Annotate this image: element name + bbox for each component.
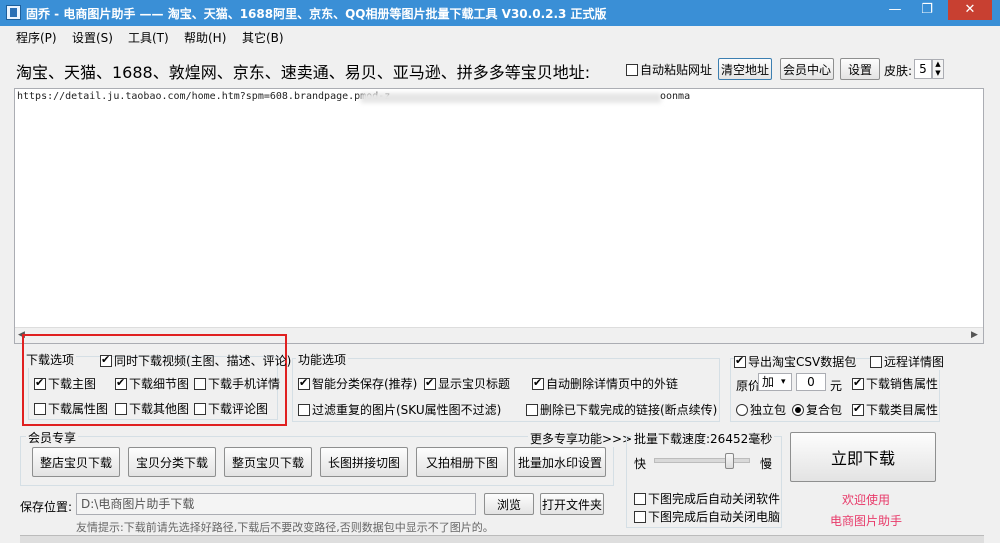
auto-close-software-checkbox[interactable]: 下图完成后自动关闭软件: [634, 490, 780, 507]
speed-slider-thumb[interactable]: [725, 453, 734, 469]
smart-save-checkbox[interactable]: 智能分类保存(推荐): [298, 375, 417, 392]
long-image-button[interactable]: 长图拼接切图: [320, 447, 408, 477]
tip-text: 友情提示:下载前请先选择好路径,下载后不要改变路径,否则数据包中显示不了图片的。: [76, 521, 494, 534]
settings-button[interactable]: 设置: [840, 58, 880, 80]
page-download-button[interactable]: 整页宝贝下载: [224, 447, 312, 477]
detail-image-checkbox[interactable]: 下载细节图: [115, 375, 189, 392]
status-bar: [20, 535, 984, 543]
url-text: https://detail.ju.taobao.com/home.htm?sp…: [17, 91, 391, 102]
delete-finished-checkbox[interactable]: 删除已下载完成的链接(断点续传): [526, 401, 717, 418]
single-pack-radio[interactable]: 独立包: [736, 401, 786, 418]
speed-slider-track[interactable]: [654, 453, 750, 469]
price-label: 原价: [736, 379, 761, 393]
platforms-label: 淘宝、天猫、1688、敦煌网、京东、速卖通、易贝、亚马逊、拼多多等宝贝地址:: [16, 63, 591, 82]
review-image-checkbox[interactable]: 下载评论图: [194, 400, 268, 417]
youpai-album-button[interactable]: 又拍相册下图: [416, 447, 508, 477]
sales-attr-checkbox[interactable]: 下载销售属性: [852, 375, 938, 392]
filter-duplicate-checkbox[interactable]: 过滤重复的图片(SKU属性图不过滤): [298, 401, 501, 418]
price-unit: 元: [830, 379, 843, 393]
blurred-region: [361, 93, 661, 103]
watermark-settings-button[interactable]: 批量加水印设置: [514, 447, 606, 477]
skin-input[interactable]: 5: [914, 59, 932, 79]
skin-spinner[interactable]: ▲ ▼: [932, 59, 944, 79]
browse-button[interactable]: 浏览: [484, 493, 534, 515]
more-functions-link[interactable]: 更多专享功能>>>: [528, 430, 635, 447]
function-options-legend: 功能选项: [296, 351, 349, 368]
multi-pack-radio[interactable]: 复合包: [792, 401, 842, 418]
start-download-button[interactable]: 立即下载: [790, 432, 936, 482]
mobile-detail-checkbox[interactable]: 下载手机详情: [194, 375, 280, 392]
remote-detail-checkbox[interactable]: 远程详情图: [870, 353, 945, 370]
open-folder-button[interactable]: 打开文件夹: [540, 493, 604, 515]
speed-label: 批量下载速度:26452毫秒: [632, 430, 775, 447]
category-attr-checkbox[interactable]: 下载类目属性: [852, 401, 938, 418]
window-title: 固乔 - 电商图片助手 —— 淘宝、天猫、1688阿里、京东、QQ相册等图片批量…: [26, 7, 607, 21]
menu-other[interactable]: 其它(B): [242, 29, 284, 46]
other-image-checkbox[interactable]: 下载其他图: [115, 400, 189, 417]
restore-button[interactable]: ❐: [912, 0, 942, 20]
menu-help[interactable]: 帮助(H): [184, 29, 226, 46]
auto-shutdown-checkbox[interactable]: 下图完成后自动关闭电脑: [634, 508, 780, 525]
menu-bar: 程序(P) 设置(S) 工具(T) 帮助(H) 其它(B): [0, 26, 1000, 46]
url-textarea[interactable]: https://detail.ju.taobao.com/home.htm?sp…: [14, 88, 984, 344]
save-location-label: 保存位置:: [20, 500, 73, 514]
remove-external-checkbox[interactable]: 自动删除详情页中的外链: [532, 375, 678, 392]
price-value-input[interactable]: 0: [796, 373, 826, 391]
export-csv-checkbox[interactable]: 导出淘宝CSV数据包: [734, 353, 857, 370]
menu-program[interactable]: 程序(P): [16, 29, 57, 46]
member-center-button[interactable]: 会员中心: [780, 58, 834, 80]
app-icon: [6, 5, 21, 20]
url-text-tail: oonma: [660, 91, 691, 102]
auto-paste-checkbox[interactable]: 自动粘贴网址: [626, 61, 712, 78]
attr-image-checkbox[interactable]: 下载属性图: [34, 400, 108, 417]
save-path-input[interactable]: D:\电商图片助手下载: [76, 493, 476, 515]
video-checkbox[interactable]: 同时下载视频(主图、描述、评论): [100, 352, 291, 369]
member-section-legend: 会员专享: [26, 429, 79, 446]
price-op-select[interactable]: 加 ▾: [758, 373, 792, 391]
menu-settings[interactable]: 设置(S): [72, 29, 113, 46]
clear-address-button[interactable]: 清空地址: [718, 58, 772, 80]
skin-label: 皮肤:: [884, 64, 913, 78]
chevron-down-icon: ▾: [781, 377, 786, 387]
welcome-text: 欢迎使用: [842, 493, 891, 507]
show-title-checkbox[interactable]: 显示宝贝标题: [424, 375, 510, 392]
close-button[interactable]: ✕: [948, 0, 992, 20]
main-image-checkbox[interactable]: 下载主图: [34, 375, 96, 392]
scroll-right-icon[interactable]: ▶: [971, 330, 978, 340]
category-download-button[interactable]: 宝贝分类下载: [128, 447, 216, 477]
speed-slow-label: 慢: [760, 457, 773, 471]
menu-tools[interactable]: 工具(T): [128, 29, 169, 46]
brand-text: 电商图片助手: [830, 514, 903, 528]
title-bar: 固乔 - 电商图片助手 —— 淘宝、天猫、1688阿里、京东、QQ相册等图片批量…: [0, 0, 1000, 26]
shop-download-button[interactable]: 整店宝贝下载: [32, 447, 120, 477]
minimize-button[interactable]: —: [880, 0, 910, 20]
speed-fast-label: 快: [634, 457, 647, 471]
